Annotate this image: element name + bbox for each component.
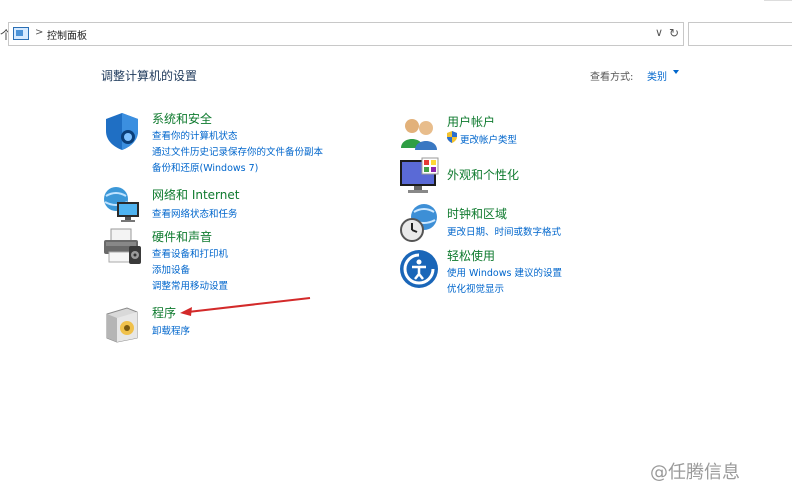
shield-icon[interactable] <box>101 110 143 152</box>
view-by-dropdown[interactable]: 类别 <box>647 68 667 83</box>
category-network-internet[interactable]: 网络和 Internet <box>152 186 239 203</box>
category-programs[interactable]: 程序 <box>152 304 176 321</box>
link-devices-printers[interactable]: 查看设备和打印机 <box>152 246 228 260</box>
link-change-account-type[interactable]: 更改帐户类型 <box>460 132 517 146</box>
chevron-down-icon[interactable]: ∨ <box>655 26 663 39</box>
address-bar[interactable]: > 控制面板 ∨ ↻ <box>8 22 684 46</box>
link-date-time-format[interactable]: 更改日期、时间或数字格式 <box>447 224 561 238</box>
link-add-device[interactable]: 添加设备 <box>152 262 190 276</box>
window-edge <box>764 0 792 1</box>
category-ease-of-access[interactable]: 轻松使用 <box>447 247 495 264</box>
link-optimize-visual-display[interactable]: 优化视觉显示 <box>447 281 504 295</box>
monitor-palette-icon[interactable] <box>398 156 440 198</box>
clock-globe-icon[interactable] <box>398 202 440 244</box>
link-backup-restore[interactable]: 备份和还原(Windows 7) <box>152 160 258 174</box>
link-check-computer-status[interactable]: 查看你的计算机状态 <box>152 128 238 142</box>
watermark: @任腾信息 <box>650 462 740 483</box>
category-appearance-personalization[interactable]: 外观和个性化 <box>447 166 519 183</box>
breadcrumb-separator[interactable]: > <box>35 27 43 38</box>
breadcrumb-control-panel[interactable]: 控制面板 <box>47 27 87 42</box>
ease-of-access-icon[interactable] <box>398 248 440 290</box>
view-by-caret-icon[interactable] <box>673 70 679 74</box>
address-bar-row: 个 > 控制面板 ∨ ↻ <box>0 20 792 48</box>
programs-icon[interactable] <box>101 302 143 344</box>
category-hardware-sound[interactable]: 硬件和声音 <box>152 228 212 245</box>
printer-icon[interactable] <box>101 226 143 268</box>
view-by-label: 查看方式: <box>590 72 634 83</box>
category-clock-region[interactable]: 时钟和区域 <box>447 205 507 222</box>
link-network-status[interactable]: 查看网络状态和任务 <box>152 206 238 220</box>
category-system-security[interactable]: 系统和安全 <box>152 110 212 127</box>
annotation-arrow <box>180 297 311 316</box>
page-title: 调整计算机的设置 <box>101 69 198 83</box>
refresh-icon[interactable]: ↻ <box>669 26 679 40</box>
link-windows-suggested-settings[interactable]: 使用 Windows 建议的设置 <box>447 265 562 279</box>
uac-shield-icon <box>447 131 457 143</box>
link-mobility-settings[interactable]: 调整常用移动设置 <box>152 278 228 292</box>
network-globe-icon[interactable] <box>101 184 143 226</box>
users-icon[interactable] <box>398 112 440 154</box>
link-file-history[interactable]: 通过文件历史记录保存你的文件备份副本 <box>152 144 323 158</box>
category-user-accounts[interactable]: 用户帐户 <box>447 113 495 130</box>
control-panel-icon <box>13 27 29 40</box>
search-input[interactable] <box>688 22 792 46</box>
link-uninstall-program[interactable]: 卸载程序 <box>152 323 190 337</box>
